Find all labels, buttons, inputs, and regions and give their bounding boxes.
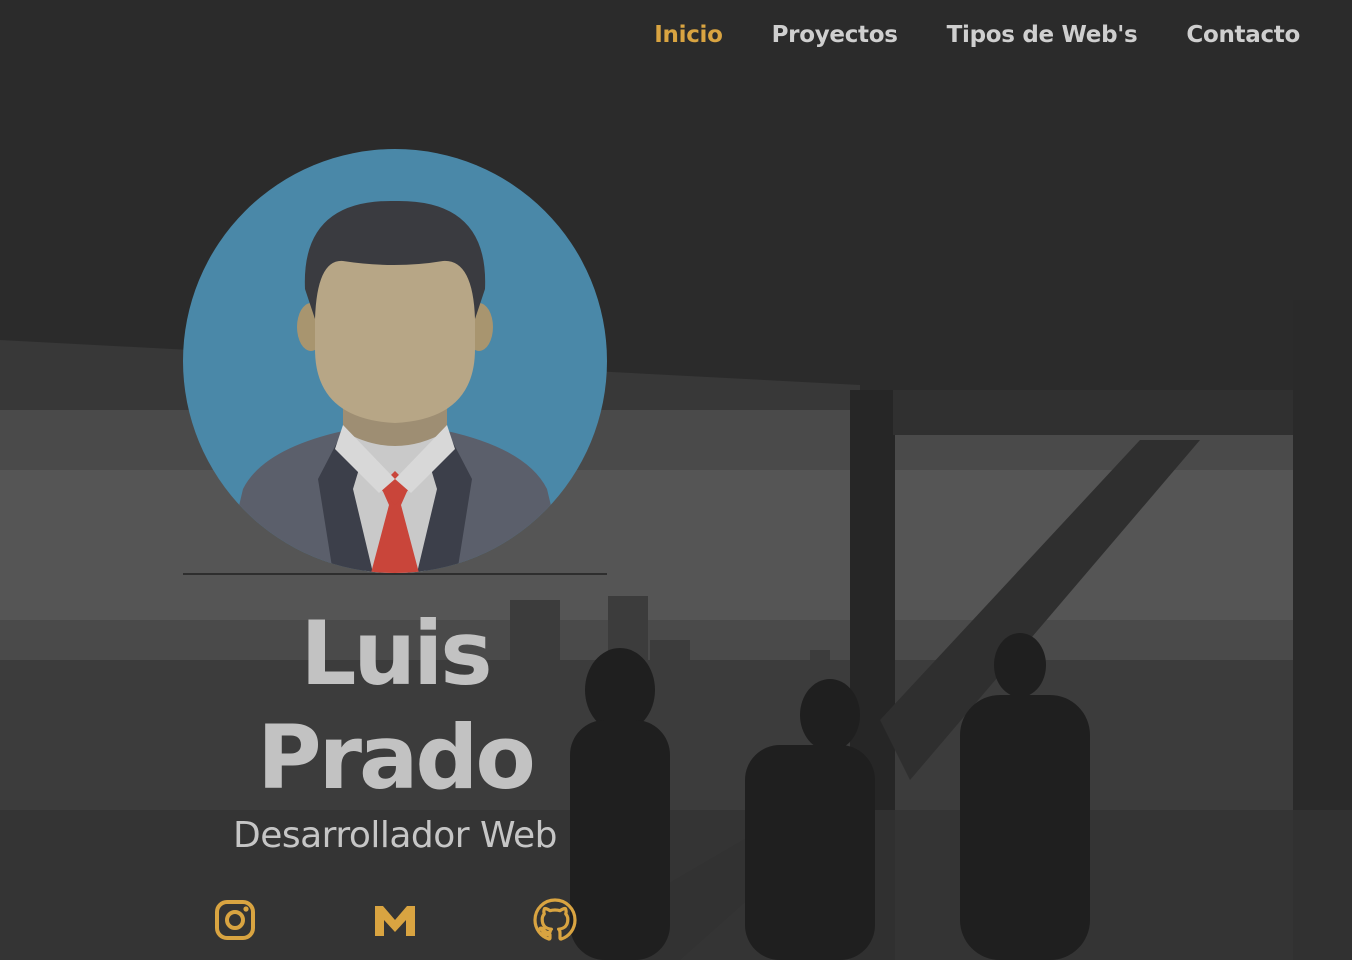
last-name: Prado xyxy=(257,706,536,809)
nav-item-tipos-de-webs[interactable]: Tipos de Web's xyxy=(947,22,1138,48)
instagram-icon xyxy=(215,900,255,940)
profile-role: Desarrollador Web xyxy=(232,815,558,856)
gmail-icon xyxy=(375,906,415,936)
nav-item-proyectos[interactable]: Proyectos xyxy=(772,22,898,48)
main-nav: Inicio Proyectos Tipos de Web's Contacto xyxy=(654,22,1300,48)
first-name: Luis xyxy=(300,602,492,705)
nav-item-inicio[interactable]: Inicio xyxy=(654,22,723,48)
avatar-divider xyxy=(183,573,607,575)
github-link[interactable] xyxy=(531,896,579,944)
instagram-link[interactable] xyxy=(211,896,259,944)
businessman-avatar-icon xyxy=(183,149,607,573)
nav-item-contacto[interactable]: Contacto xyxy=(1186,22,1300,48)
profile-name: Luis Prado xyxy=(183,602,607,810)
gmail-link[interactable] xyxy=(371,896,419,944)
github-icon xyxy=(533,898,577,941)
